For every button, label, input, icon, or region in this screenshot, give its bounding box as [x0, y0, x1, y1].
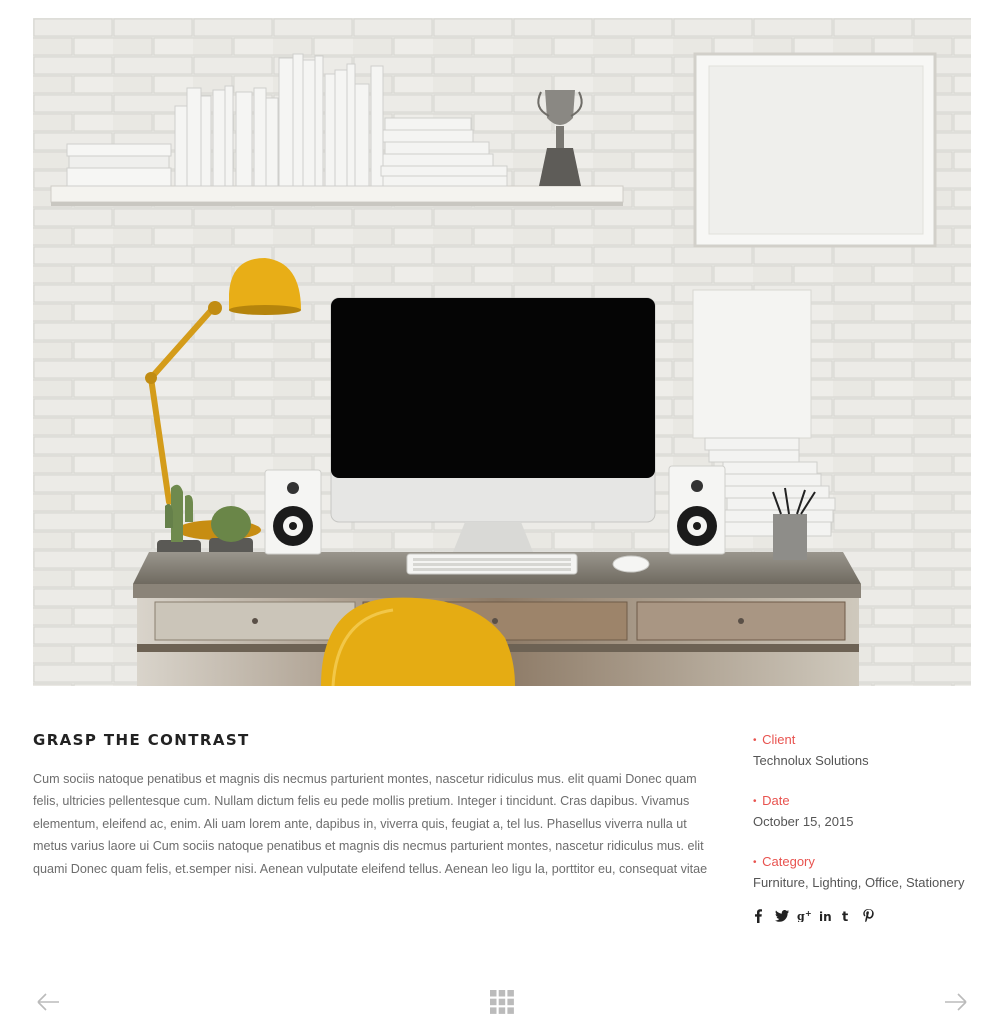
client-value: Technolux Solutions — [753, 753, 869, 768]
category-value: Furniture, Lighting, Office, Stationery — [753, 875, 965, 890]
svg-text:in: in — [819, 910, 832, 922]
bullet-icon: • — [753, 735, 757, 746]
svg-text:t: t — [842, 910, 848, 922]
meta-date: • Date October 15, 2015 — [753, 792, 983, 833]
linkedin-icon[interactable]: in — [819, 909, 841, 929]
google-plus-icon[interactable]: g + — [797, 909, 819, 929]
facebook-icon[interactable] — [753, 909, 775, 929]
svg-text:g: g — [797, 910, 805, 922]
date-label: Date — [762, 793, 790, 808]
meta-category: • Category Furniture, Lighting, Office, … — [753, 853, 983, 894]
project-title: GRASP THE CONTRAST — [33, 731, 250, 749]
next-project-arrow-right-icon[interactable] — [943, 990, 969, 1014]
category-label: Category — [762, 854, 815, 869]
twitter-icon[interactable] — [775, 909, 797, 929]
svg-text:+: + — [805, 910, 812, 918]
client-label: Client — [762, 732, 796, 747]
social-share: g + in t — [753, 909, 885, 929]
meta-client: • Client Technolux Solutions — [753, 731, 983, 772]
all-projects-grid-icon[interactable] — [490, 990, 514, 1014]
project-description: Cum sociis natoque penatibus et magnis d… — [33, 772, 708, 876]
project-meta: • Client Technolux Solutions • Date Octo… — [753, 731, 983, 914]
bullet-icon: • — [753, 857, 757, 868]
tumblr-icon[interactable]: t — [841, 909, 863, 929]
project-hero-image — [33, 18, 971, 686]
pinterest-icon[interactable] — [863, 909, 885, 929]
date-value: October 15, 2015 — [753, 814, 854, 829]
prev-project-arrow-left-icon[interactable] — [35, 990, 61, 1014]
bullet-icon: • — [753, 796, 757, 807]
